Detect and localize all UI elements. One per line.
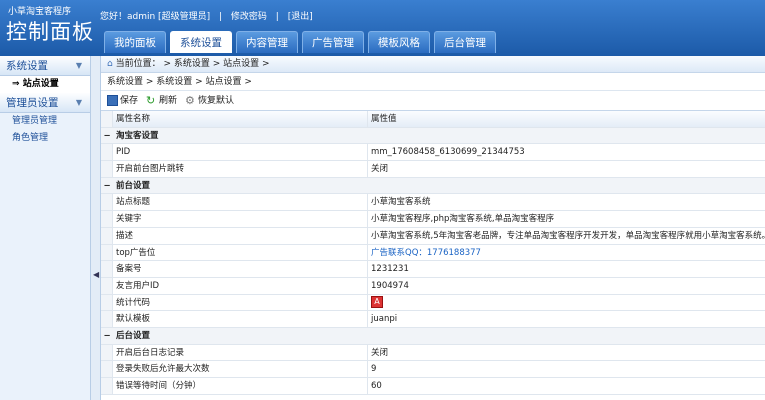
sidebar-collapse-handle[interactable]: ◀ bbox=[91, 56, 101, 400]
nav-tab-system-settings[interactable]: 系统设置 bbox=[170, 31, 232, 53]
property-row[interactable]: 登录失败后允许最大次数 9 bbox=[101, 361, 765, 378]
property-name: 错误等待时间（分钟） bbox=[113, 378, 368, 394]
chevron-down-icon: ▼ bbox=[75, 61, 82, 70]
property-row[interactable]: PID mm_17608458_6130699_21344753 bbox=[101, 144, 765, 162]
property-name: 站点标题 bbox=[113, 194, 368, 211]
brand-title: 控制面板 bbox=[6, 20, 94, 44]
property-value[interactable]: 小草淘宝客系统,5年淘宝客老品牌，专注单品淘宝客程序开发开发，单品淘宝客程序就用… bbox=[368, 228, 765, 244]
property-row[interactable]: 开启后台日志记录 关闭 bbox=[101, 344, 765, 362]
sidebar-item-role-manage[interactable]: 角色管理 bbox=[0, 130, 90, 147]
property-value[interactable]: A bbox=[368, 295, 765, 311]
sidebar-section-system[interactable]: 系统设置 ▼ bbox=[0, 56, 90, 76]
collapse-icon: − bbox=[101, 177, 113, 194]
refresh-button[interactable]: ↻ 刷新 bbox=[146, 91, 177, 111]
property-row[interactable]: 描述 小草淘宝客系统,5年淘宝客老品牌，专注单品淘宝客程序开发开发，单品淘宝客程序… bbox=[101, 227, 765, 245]
property-name: 默认模板 bbox=[113, 311, 368, 327]
property-value[interactable]: 关闭 bbox=[368, 345, 765, 361]
collapse-icon: − bbox=[101, 127, 113, 144]
greeting: 您好！admin [超级管理员] bbox=[100, 12, 211, 22]
code-icon: A bbox=[371, 296, 383, 309]
group-header[interactable]: − 前台设置 bbox=[101, 177, 765, 195]
arrow-right-icon: ⇒ bbox=[12, 79, 20, 89]
save-icon bbox=[107, 95, 118, 106]
nav-tab-backend[interactable]: 后台管理 bbox=[434, 31, 496, 53]
home-icon: ⌂ bbox=[107, 59, 113, 69]
property-row[interactable]: 默认模板 juanpi bbox=[101, 311, 765, 328]
group-title: 淘宝客设置 bbox=[116, 130, 159, 141]
property-row[interactable]: 关键字 小草淘宝客程序,php淘宝客系统,单品淘宝客程序 bbox=[101, 211, 765, 228]
change-password-link[interactable]: 修改密码 bbox=[231, 12, 267, 22]
col-name-header: 属性名称 bbox=[113, 111, 368, 127]
refresh-icon: ↻ bbox=[146, 94, 156, 107]
main-content: ⌂ 当前位置： > 系统设置 > 站点设置 > 系统设置 > 系统设置 > 站点… bbox=[101, 56, 765, 400]
toolbar: 保存 ↻ 刷新 ⚙ 恢复默认 bbox=[101, 91, 765, 111]
property-name: 友言用户ID bbox=[113, 277, 368, 294]
nav-tab-ads[interactable]: 广告管理 bbox=[302, 31, 364, 53]
property-value[interactable]: 关闭 bbox=[368, 161, 765, 177]
property-row[interactable]: 错误等待时间（分钟） 60 bbox=[101, 378, 765, 395]
top-links: 您好！admin [超级管理员] | 修改密码 | [退出] bbox=[100, 12, 313, 22]
nav-tab-templates[interactable]: 模板风格 bbox=[368, 31, 430, 53]
property-row[interactable]: 友言用户ID 1904974 bbox=[101, 277, 765, 295]
property-name: 备案号 bbox=[113, 261, 368, 277]
sidebar-item-admin-manage[interactable]: 管理员管理 bbox=[0, 113, 90, 130]
property-value[interactable]: 9 bbox=[368, 361, 765, 377]
property-name: 描述 bbox=[113, 227, 368, 244]
property-row[interactable]: 站点标题 小草淘宝客系统 bbox=[101, 194, 765, 212]
logout-link[interactable]: [退出] bbox=[288, 12, 313, 22]
property-row[interactable]: 开启前台图片跳转 关闭 bbox=[101, 161, 765, 178]
property-value[interactable]: 60 bbox=[368, 378, 765, 394]
location-bar: ⌂ 当前位置： > 系统设置 > 站点设置 > bbox=[101, 56, 765, 73]
breadcrumb: 系统设置 > 系统设置 > 站点设置 > bbox=[101, 73, 765, 91]
property-name: 统计代码 bbox=[113, 294, 368, 311]
property-grid: 属性名称 属性值 − 淘宝客设置 PID mm_17608458_6130699_21… bbox=[101, 111, 765, 395]
nav-tab-content[interactable]: 内容管理 bbox=[236, 31, 298, 53]
property-value[interactable]: 1904974 bbox=[368, 278, 765, 294]
reset-button[interactable]: ⚙ 恢复默认 bbox=[185, 91, 234, 111]
sidebar-section-admin[interactable]: 管理员设置 ▼ bbox=[0, 93, 90, 113]
main-nav: 我的面板 系统设置 内容管理 广告管理 模板风格 后台管理 bbox=[104, 31, 500, 53]
nav-tab-dashboard[interactable]: 我的面板 bbox=[104, 31, 166, 53]
property-name: 关键字 bbox=[113, 211, 368, 227]
sidebar: 系统设置 ▼ ⇒ 站点设置 管理员设置 ▼ 管理员管理 角色管理 bbox=[0, 56, 91, 400]
property-name: 登录失败后允许最大次数 bbox=[113, 361, 368, 377]
gear-icon: ⚙ bbox=[185, 94, 195, 107]
header: 小草淘宝客程序 控制面板 您好！admin [超级管理员] | 修改密码 | [… bbox=[0, 0, 765, 56]
chevron-down-icon: ▼ bbox=[75, 98, 82, 107]
chevron-left-icon: ◀ bbox=[93, 270, 100, 279]
property-value[interactable]: juanpi bbox=[368, 311, 765, 327]
property-value[interactable]: 广告联系QQ：1776188377 bbox=[368, 245, 765, 261]
group-title: 前台设置 bbox=[116, 180, 151, 191]
property-value[interactable]: 1231231 bbox=[368, 261, 765, 277]
property-name: PID bbox=[113, 144, 368, 161]
property-value[interactable]: 小草淘宝客程序,php淘宝客系统,单品淘宝客程序 bbox=[368, 211, 765, 227]
property-name: 开启后台日志记录 bbox=[113, 344, 368, 361]
grid-header: 属性名称 属性值 bbox=[101, 111, 765, 128]
save-button[interactable]: 保存 bbox=[107, 91, 138, 111]
property-value[interactable]: mm_17608458_6130699_21344753 bbox=[368, 144, 765, 160]
property-name: top广告位 bbox=[113, 244, 368, 261]
collapse-icon: − bbox=[101, 327, 113, 344]
col-value-header: 属性值 bbox=[371, 114, 397, 124]
property-row[interactable]: 统计代码 A bbox=[101, 294, 765, 312]
property-row[interactable]: top广告位 广告联系QQ：1776188377 bbox=[101, 244, 765, 262]
property-value[interactable]: 小草淘宝客系统 bbox=[368, 194, 765, 210]
sidebar-item-site-settings[interactable]: ⇒ 站点设置 bbox=[0, 76, 90, 93]
group-header[interactable]: − 后台设置 bbox=[101, 327, 765, 345]
group-title: 后台设置 bbox=[116, 330, 151, 341]
property-name: 开启前台图片跳转 bbox=[113, 161, 368, 177]
group-header[interactable]: − 淘宝客设置 bbox=[101, 127, 765, 145]
property-row[interactable]: 备案号 1231231 bbox=[101, 261, 765, 278]
